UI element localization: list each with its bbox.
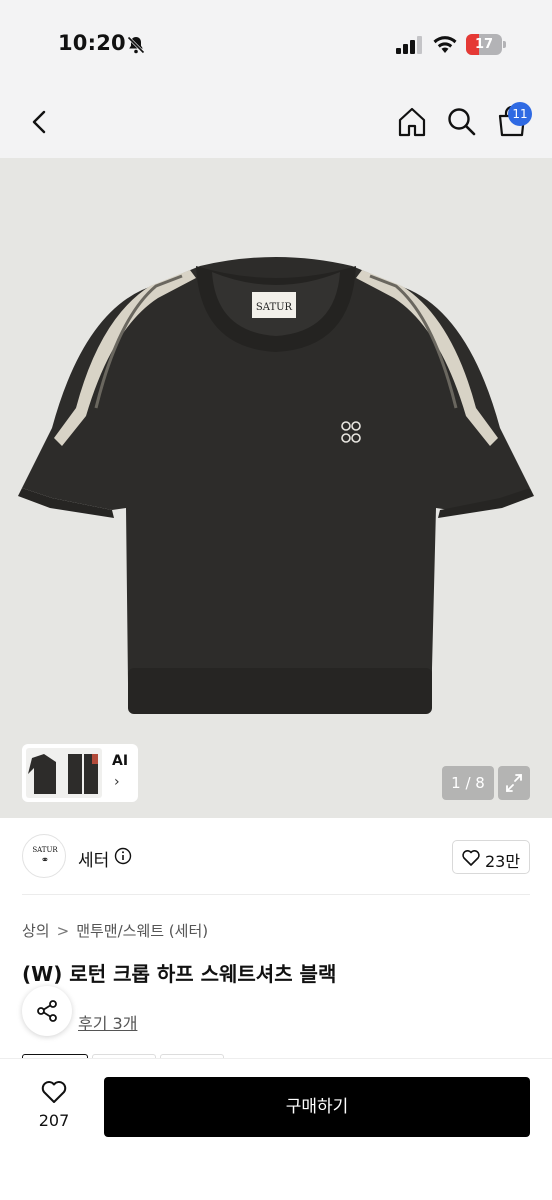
wishlist-button[interactable]: 207	[22, 1077, 86, 1141]
home-button[interactable]	[394, 104, 430, 140]
brand-row: SATUR ⚭ 세터 23만	[0, 818, 552, 896]
thumbnail-image	[26, 748, 102, 798]
collar-label-text: SATUR	[256, 302, 293, 313]
back-button[interactable]	[22, 104, 58, 140]
heart-icon	[41, 1081, 67, 1103]
brand-like-count: 23만	[485, 852, 521, 871]
bottom-purchase-bar: 207 구매하기	[0, 1058, 552, 1200]
chevron-right-icon: ›	[114, 774, 120, 790]
signal-icon	[396, 36, 422, 54]
product-image: SATUR	[18, 257, 534, 714]
bell-off-icon	[127, 36, 145, 54]
breadcrumb: 상의 > 맨투맨/스웨트 (세터)	[22, 920, 208, 941]
wifi-icon	[433, 36, 457, 53]
battery-icon: 17	[466, 34, 506, 55]
product-title: (W) 로턴 크롭 하프 스웨트셔츠 블랙	[22, 962, 337, 986]
ai-thumbnail-card[interactable]: AI ›	[22, 744, 138, 802]
share-icon	[37, 1000, 57, 1022]
product-image-gallery[interactable]: SATUR AI › 1 / 8	[0, 158, 552, 818]
breadcrumb-item-top[interactable]: 상의	[22, 920, 50, 941]
brand-logo-text: SATUR	[32, 846, 58, 854]
status-time: 10:20	[58, 31, 126, 55]
brand-like-button[interactable]: 23만	[452, 840, 530, 874]
breadcrumb-item-sweatshirt[interactable]: 맨투맨/스웨트 (세터)	[76, 920, 208, 941]
image-page-counter: 1 / 8	[442, 766, 494, 800]
battery-percent: 17	[474, 37, 494, 52]
breadcrumb-separator: >	[56, 922, 70, 940]
brand-mark-icon: ⚭	[40, 855, 50, 866]
top-nav: 11	[0, 92, 552, 158]
heart-icon	[462, 850, 480, 866]
expand-button[interactable]	[498, 766, 530, 800]
search-button[interactable]	[444, 104, 480, 140]
buy-button[interactable]: 구매하기	[104, 1077, 530, 1137]
cart-count-badge: 11	[508, 102, 532, 126]
share-button[interactable]	[22, 986, 72, 1036]
brand-name[interactable]: 세터	[78, 846, 109, 871]
status-bar: 10:20 17	[0, 0, 552, 92]
brand-logo[interactable]: SATUR ⚭	[22, 834, 66, 878]
ai-label: AI	[112, 753, 129, 769]
divider	[22, 894, 530, 895]
info-icon[interactable]	[114, 847, 132, 865]
review-link[interactable]: 후기 3개	[78, 1010, 137, 1034]
wishlist-count: 207	[38, 1111, 70, 1130]
